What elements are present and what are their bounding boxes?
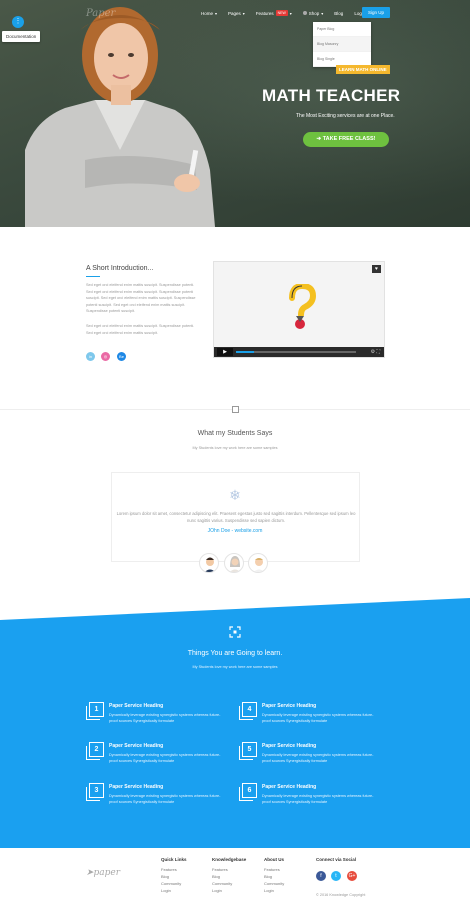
footer-link[interactable]: Blog — [264, 874, 272, 879]
number-3-icon: 3 — [86, 783, 104, 801]
facebook-icon[interactable]: f — [316, 871, 326, 881]
intro-video-player[interactable]: ♥ ▶ ⚙ ⛶ — [213, 261, 385, 358]
twitter-icon[interactable]: t — [331, 871, 341, 881]
main-nav: Home ▾ Pages ▾ Features NEW ▾ Shop ▾ Blog Log… — [201, 7, 376, 19]
avatar[interactable] — [248, 553, 268, 573]
features-title: Things You are Going to learn. — [187, 650, 283, 657]
testimonials-subtitle: My Students love my work here are some s… — [192, 446, 278, 450]
google-plus-icon[interactable]: G+ — [347, 871, 357, 881]
cart-icon — [302, 11, 307, 15]
chevron-down-icon: ▾ — [289, 10, 292, 16]
features-subtitle: My Students love my work here are some s… — [192, 665, 278, 669]
hero-title: MATH TEACHER — [262, 86, 401, 105]
number-1-icon: 1 — [86, 702, 104, 720]
feature-text: Dynamically leverage existing synergisti… — [109, 753, 221, 763]
feature-text: Dynamically leverage existing synergisti… — [262, 794, 374, 804]
footer-link[interactable]: Login — [212, 888, 222, 893]
hero-badge: LEARN MATH ONLINE — [336, 65, 390, 74]
title-underline — [86, 276, 100, 277]
square-icon — [232, 406, 239, 413]
testimonial-author[interactable]: JOhn Doe - website.com — [0, 528, 470, 534]
feature-text: Dynamically leverage existing synergisti… — [109, 713, 221, 723]
play-icon[interactable]: ▶ — [217, 348, 233, 356]
footer-link[interactable]: Blog — [161, 874, 169, 879]
avatar[interactable] — [199, 553, 219, 573]
video-progress-bar[interactable] — [236, 351, 356, 353]
dropdown-item[interactable]: Blog Masonry — [313, 37, 371, 52]
number-6-icon: 6 — [239, 783, 257, 801]
footer-link[interactable]: Blog — [212, 874, 220, 879]
hero-subtitle: The Most Exciting services are at one Pl… — [296, 113, 395, 119]
documentation-tooltip: Documentation — [2, 31, 41, 42]
intro-title: A Short Introduction... — [86, 265, 154, 272]
intro-paragraph: Sed eget orci eleifend enim mattis susci… — [86, 324, 195, 335]
hero-section: Paper — [0, 0, 470, 227]
testimonials-title: What my Students Says — [197, 430, 273, 437]
footer-link[interactable]: Features — [264, 867, 280, 872]
dropdown-item[interactable]: Paper Blog — [313, 22, 371, 37]
feature-text: Dynamically leverage existing synergisti… — [262, 713, 374, 723]
new-badge: NEW — [275, 10, 288, 16]
chevron-down-icon: ▾ — [321, 10, 324, 16]
behance-icon[interactable]: Be — [117, 352, 126, 361]
blog-dropdown-menu: Paper Blog Blog Masonry Blog Single — [313, 22, 371, 67]
footer-logo[interactable]: ➤paper — [86, 868, 120, 878]
focus-icon — [229, 626, 241, 638]
footer-heading: Connect via Social — [316, 857, 357, 862]
avatar[interactable] — [224, 553, 244, 573]
chevron-down-icon: ▾ — [215, 10, 218, 16]
linkedin-icon[interactable]: in — [86, 352, 95, 361]
feature-heading: Paper Service Heading — [109, 743, 164, 749]
teacher-photo — [25, 7, 215, 227]
footer-link[interactable]: Community — [212, 881, 232, 886]
footer-heading: About Us — [264, 857, 284, 862]
footer-link[interactable]: Community — [264, 881, 284, 886]
intro-paragraph: Sed eget orci eleifend enim mattis susci… — [86, 283, 196, 313]
documentation-button[interactable]: ⋮ — [12, 16, 24, 28]
nav-item-features[interactable]: Features NEW ▾ — [256, 10, 292, 16]
brand-logo[interactable]: Paper — [86, 8, 115, 19]
footer-link[interactable]: Community — [161, 881, 181, 886]
feature-heading: Paper Service Heading — [109, 703, 164, 709]
footer-heading: Knowledgebase — [212, 857, 247, 862]
footer-link[interactable]: Login — [161, 888, 171, 893]
chevron-down-icon: ▾ — [242, 10, 245, 16]
nav-item-pages[interactable]: Pages ▾ — [228, 11, 245, 16]
dribbble-icon[interactable]: ◎ — [101, 352, 110, 361]
nav-item-home[interactable]: Home ▾ — [201, 11, 217, 16]
paper-plane-icon: ➤ — [86, 868, 94, 878]
feature-heading: Paper Service Heading — [262, 743, 317, 749]
settings-icon[interactable]: ⚙ ⛶ — [371, 349, 380, 355]
feature-text: Dynamically leverage existing synergisti… — [262, 753, 374, 763]
nav-item-blog[interactable]: Blog — [334, 11, 343, 16]
feature-heading: Paper Service Heading — [109, 784, 164, 790]
footer-link[interactable]: Login — [264, 888, 274, 893]
feature-text: Dynamically leverage existing synergisti… — [109, 794, 221, 804]
feature-heading: Paper Service Heading — [262, 703, 317, 709]
number-5-icon: 5 — [239, 742, 257, 760]
signup-button[interactable]: Sign Up — [362, 7, 391, 18]
footer-link[interactable]: Features — [212, 867, 228, 872]
testimonial-quote: Lorem ipsum dolor sit amet, consectetur … — [116, 511, 356, 523]
number-2-icon: 2 — [86, 742, 104, 760]
heart-icon[interactable]: ♥ — [372, 265, 381, 273]
question-mark-illustration — [289, 284, 317, 329]
take-free-class-button[interactable]: ➔ TAKE FREE CLASS! — [303, 132, 389, 147]
footer-heading: Quick Links — [161, 857, 187, 862]
copyright-text: © 2016 Knowledge Copyright — [316, 893, 366, 897]
feature-heading: Paper Service Heading — [262, 784, 317, 790]
footer-link[interactable]: Features — [161, 867, 177, 872]
snowflake-icon: ❄ — [229, 487, 241, 503]
number-4-icon: 4 — [239, 702, 257, 720]
nav-item-shop[interactable]: Shop ▾ — [302, 10, 324, 16]
